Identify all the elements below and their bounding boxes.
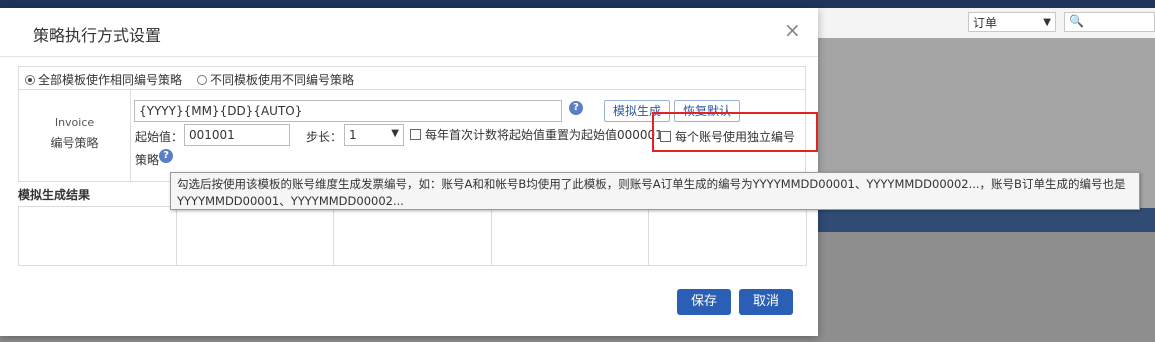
result-cell [19,207,177,265]
app-topbar [0,0,1155,8]
radio-row: 全部模板使作相同编号策略 不同模板使用不同编号策略 [19,67,805,90]
step-select[interactable]: 1 ▼ [344,124,404,146]
strategy-label: 策略 [135,153,160,167]
result-grid [18,206,807,266]
radio-dot [197,74,207,85]
reset-yearly-checkbox[interactable]: 每年首次计数将起始值重置为起始值000001 [410,126,663,143]
save-button[interactable]: 保存 [677,289,731,315]
search-input[interactable]: 🔍 [1064,12,1155,32]
close-icon[interactable]: × [784,20,801,40]
checkbox-label: 每年首次计数将起始值重置为起始值000001 [425,128,663,142]
step-select-value: 1 [349,128,357,142]
highlight-box [652,112,818,152]
result-cell [177,207,335,265]
result-cell [334,207,492,265]
checkbox-box [410,129,421,140]
dialog-header: 策略执行方式设置 × [0,8,818,57]
result-title: 模拟生成结果 [18,188,91,202]
invoice-label: Invoice [54,116,95,129]
radio-different-strategy[interactable]: 不同模板使用不同编号策略 [197,71,354,88]
tooltip: 勾选后按使用该模板的账号维度生成发票编号，如：账号A和和帐号B均使用了此模板，则… [170,172,1140,210]
dialog-title: 策略执行方式设置 [33,26,162,45]
start-value-label: 起始值： [135,130,184,144]
radio-same-strategy[interactable]: 全部模板使作相同编号策略 [25,71,182,88]
radio-label: 全部模板使作相同编号策略 [38,73,183,87]
result-cell [492,207,650,265]
cancel-button[interactable]: 取消 [739,289,793,315]
radio-label: 不同模板使用不同编号策略 [210,73,355,87]
chevron-down-icon: ▼ [1043,17,1051,28]
search-icon: 🔍 [1069,14,1084,28]
chevron-down-icon: ▼ [391,128,399,139]
start-value-input[interactable]: 001001 [184,124,290,146]
result-cell [649,207,806,265]
help-icon[interactable]: ? [569,101,583,115]
numbering-strategy-label: 编号策略 [50,136,99,150]
step-label: 步长： [306,130,343,144]
format-input[interactable]: {YYYY}{MM}{DD}{AUTO} [134,100,562,122]
order-type-select-value: 订单 [973,16,998,30]
radio-dot [25,74,35,85]
order-type-select[interactable]: 订单 ▼ [968,12,1056,32]
app-blue-band [818,208,1155,232]
help-icon[interactable]: ? [159,149,173,163]
invoice-label-cell: Invoice 编号策略 [19,90,131,181]
